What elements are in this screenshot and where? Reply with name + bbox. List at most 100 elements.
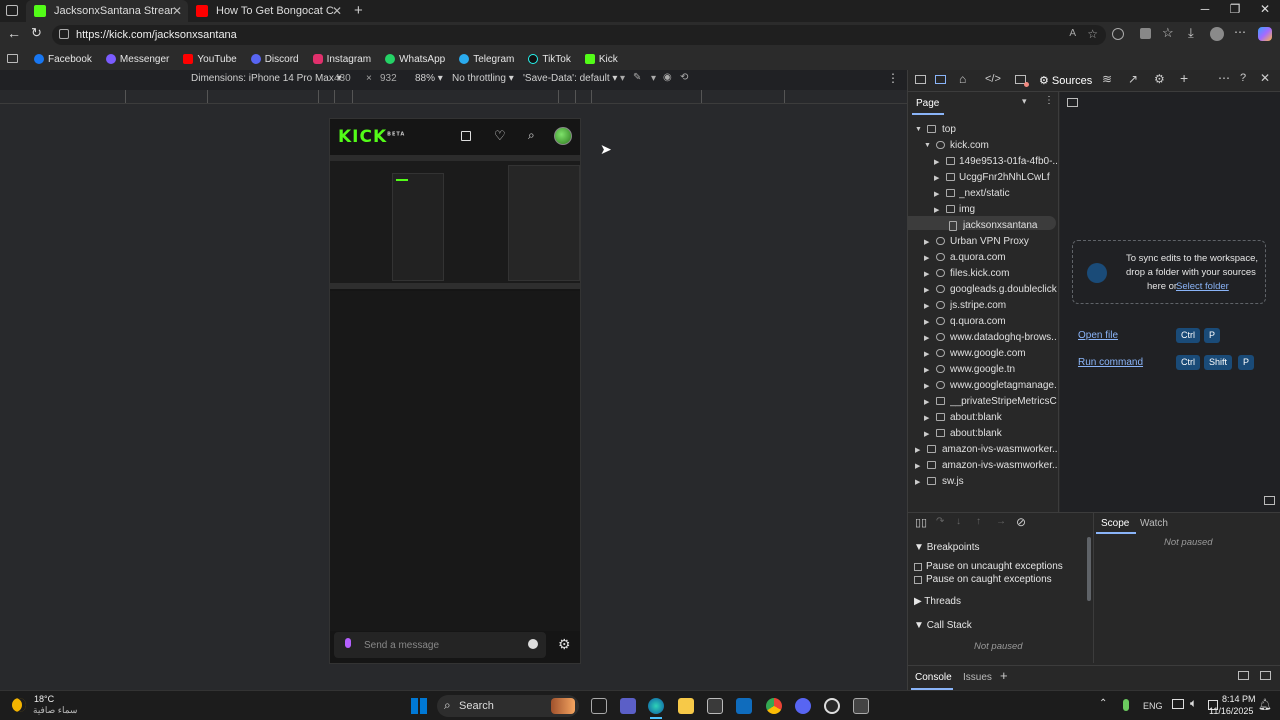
step-out-icon[interactable]: ↑	[976, 516, 981, 527]
select-folder-link[interactable]: Select folder	[1176, 281, 1229, 292]
bookmark-telegram[interactable]: Telegram	[459, 54, 514, 65]
emoji-icon[interactable]	[528, 639, 538, 649]
tree-item[interactable]: img	[959, 204, 975, 215]
toggle-sidebar-icon[interactable]	[1067, 98, 1078, 107]
navigator-more-icon[interactable]: ⋮	[1044, 95, 1054, 106]
favorite-star-icon[interactable]: ☆	[1087, 27, 1098, 41]
heart-icon[interactable]: ♡	[494, 128, 506, 144]
language-indicator[interactable]: ENG	[1143, 701, 1163, 711]
tab-issues[interactable]: Issues	[963, 672, 992, 683]
rotate-icon[interactable]: ⟲	[680, 72, 688, 83]
more-menu-icon[interactable]: ⋯	[1234, 25, 1246, 39]
tree-item[interactable]: top	[942, 124, 956, 135]
tree-item[interactable]: www.datadoghq-brows...	[950, 332, 1057, 343]
pause-icon[interactable]: ▯▯	[915, 516, 927, 529]
threads-header[interactable]: ▶ Threads	[914, 596, 961, 607]
bookmark-whatsapp[interactable]: WhatsApp	[385, 54, 445, 65]
chat-message-input[interactable]: Send a message	[334, 632, 546, 658]
navigator-dropdown-icon[interactable]: ▾	[1022, 96, 1027, 107]
user-avatar[interactable]	[554, 127, 572, 145]
bookmark-facebook[interactable]: Facebook	[34, 54, 92, 65]
tree-item[interactable]: amazon-ivs-wasmworker....	[942, 460, 1057, 471]
close-tab-icon[interactable]: ✕	[172, 4, 182, 18]
chat-settings-icon[interactable]: ⚙	[558, 636, 571, 653]
store-icon[interactable]	[707, 698, 723, 714]
tree-item[interactable]: q.quora.com	[950, 316, 1006, 327]
reading-list-icon[interactable]	[7, 54, 18, 63]
add-drawer-tab-icon[interactable]: +	[1000, 668, 1008, 683]
tree-item[interactable]: a.quora.com	[950, 252, 1006, 263]
network-tab-icon[interactable]: ≋	[1102, 72, 1112, 86]
clock-time[interactable]: 8:14 PM	[1222, 694, 1256, 704]
notification-bell-icon[interactable]: 🔔︎	[1258, 698, 1272, 711]
bookmark-kick[interactable]: Kick	[584, 54, 618, 65]
teams-icon[interactable]	[620, 698, 636, 714]
tab-sources[interactable]: ⚙ Sources	[1039, 74, 1092, 87]
tab-page[interactable]: Page	[916, 98, 939, 109]
device-toggle-icon[interactable]	[935, 75, 946, 84]
bookmark-messenger[interactable]: Messenger	[105, 54, 169, 65]
tree-item[interactable]: about:blank	[950, 428, 1002, 439]
close-tab-icon[interactable]: ✕	[332, 4, 342, 18]
eye-icon[interactable]: ◉	[663, 72, 672, 83]
volume-icon[interactable]: 🔈︎	[1190, 696, 1197, 711]
step-over-icon[interactable]: ↷	[936, 516, 944, 527]
zoom-select[interactable]: 88% ▾	[415, 73, 443, 84]
tree-item[interactable]: sw.js	[942, 476, 964, 487]
refresh-icon[interactable]: ↻	[31, 25, 42, 41]
tab-scope[interactable]: Scope	[1101, 518, 1129, 529]
tree-item[interactable]: __privateStripeMetricsC...	[950, 396, 1057, 407]
tree-item[interactable]: kick.com	[950, 140, 989, 151]
toggle-debugger-icon[interactable]	[1264, 496, 1275, 505]
welcome-home-icon[interactable]: ⌂	[959, 72, 966, 86]
start-windows-icon[interactable]	[411, 698, 427, 714]
scrollbar[interactable]	[1087, 537, 1091, 601]
extension-icon[interactable]	[1112, 28, 1124, 40]
run-command-link[interactable]: Run command	[1078, 357, 1143, 368]
call-stack-header[interactable]: ▼ Call Stack	[914, 620, 972, 631]
mail-icon[interactable]	[736, 698, 752, 714]
bookmark-tiktok[interactable]: TikTok	[528, 54, 571, 65]
favorites-icon[interactable]: ☆	[1162, 25, 1174, 41]
device-posture-icon[interactable]: ▾	[620, 73, 625, 84]
width-input[interactable]: 430	[334, 73, 351, 84]
tree-item[interactable]: googleads.g.doubleclick...	[950, 284, 1057, 295]
network-icon[interactable]	[1172, 699, 1184, 709]
file-explorer-icon[interactable]	[678, 698, 694, 714]
obs-icon[interactable]	[824, 698, 840, 714]
device-select[interactable]: Dimensions: iPhone 14 Pro Max ▾	[191, 73, 342, 84]
tree-item[interactable]: jacksonxsantana	[963, 220, 1038, 231]
maximize-icon[interactable]: ❐	[1220, 2, 1250, 16]
more-options-icon[interactable]: ⋮	[887, 71, 899, 85]
close-devtools-icon[interactable]: ✕	[1260, 71, 1270, 85]
stream-video-player[interactable]	[330, 155, 580, 289]
inspect-element-icon[interactable]	[915, 75, 926, 84]
address-bar[interactable]: https://kick.com/jacksonxsantana A ☆	[52, 25, 1106, 45]
tab-console[interactable]: Console	[915, 672, 952, 683]
microphone-icon[interactable]	[1123, 699, 1129, 711]
workspace-drop-zone[interactable]: To sync edits to the workspace, drop a f…	[1072, 240, 1266, 304]
checkbox[interactable]	[914, 563, 922, 571]
save-data-select[interactable]: 'Save-Data': default ▾	[523, 73, 617, 84]
tree-item[interactable]: UcggFnr2hNhLCwLf	[959, 172, 1057, 183]
step-icon[interactable]: →	[996, 516, 1006, 527]
task-view-icon[interactable]	[591, 698, 607, 714]
weather-moon-icon[interactable]	[12, 698, 26, 712]
taskbar-search[interactable]: ⌕ Search	[437, 695, 579, 717]
open-file-link[interactable]: Open file	[1078, 330, 1118, 341]
bookmark-instagram[interactable]: Instagram	[312, 54, 371, 65]
tree-item[interactable]: www.googletagmanage...	[950, 380, 1057, 391]
tree-item[interactable]: amazon-ivs-wasmworker....	[942, 444, 1057, 455]
microphone-icon[interactable]	[345, 638, 351, 648]
elements-tab-icon[interactable]: </>	[985, 73, 1001, 85]
discord-icon[interactable]	[795, 698, 811, 714]
tree-item[interactable]: files.kick.com	[950, 268, 1009, 279]
kick-logo[interactable]: KICKBETA	[338, 127, 405, 147]
tree-item[interactable]: Urban VPN Proxy	[950, 236, 1029, 247]
breakpoints-header[interactable]: ▼ Breakpoints	[914, 542, 980, 553]
customize-menu-icon[interactable]: ⋯	[1218, 71, 1230, 85]
tree-item[interactable]: www.google.tn	[950, 364, 1015, 375]
downloads-icon[interactable]: ⤓	[1188, 25, 1194, 41]
checkbox[interactable]	[914, 576, 922, 584]
more-tools-plus-icon[interactable]: +	[1180, 70, 1188, 86]
